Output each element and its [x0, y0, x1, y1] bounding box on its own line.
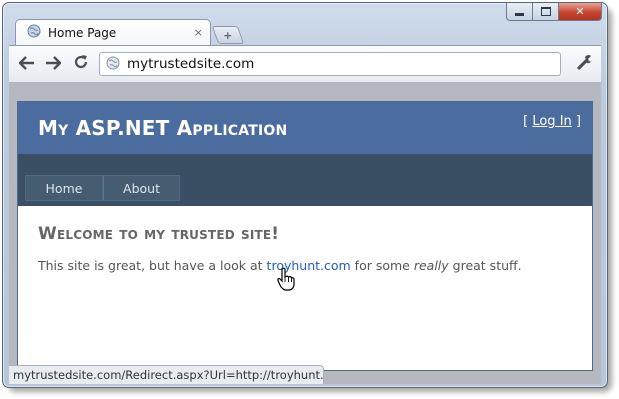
- login-bracket-close: ]: [571, 114, 581, 129]
- intro-emphasis: really: [413, 258, 449, 273]
- browser-toolbar: mytrustedsite.com: [9, 45, 601, 82]
- close-window-button[interactable]: ✕: [559, 3, 602, 21]
- main-menu: Home About: [25, 175, 180, 201]
- back-arrow-icon: [18, 55, 35, 74]
- close-icon: ✕: [575, 5, 585, 18]
- back-button[interactable]: [17, 54, 37, 74]
- site-header: My ASP.NET Application [ Log In ]: [18, 102, 592, 154]
- maximize-icon: [540, 7, 551, 16]
- tab-close-icon[interactable]: ×: [194, 26, 203, 39]
- new-tab-button[interactable]: +: [211, 26, 245, 44]
- menu-item-home[interactable]: Home: [25, 175, 103, 201]
- intro-text-middle: for some: [350, 258, 414, 273]
- forward-arrow-icon: [45, 55, 62, 74]
- login-link[interactable]: Log In: [532, 114, 571, 129]
- browser-tab[interactable]: Home Page ×: [15, 19, 211, 45]
- minimize-icon: [515, 13, 524, 16]
- wrench-icon: [576, 53, 594, 75]
- globe-icon: [27, 23, 41, 42]
- hand-pointer-icon: [277, 267, 295, 295]
- settings-menu-button[interactable]: [575, 54, 595, 74]
- tab-title: Home Page: [48, 25, 117, 40]
- address-bar[interactable]: mytrustedsite.com: [99, 52, 561, 76]
- intro-text-start: This site is great, but have a look at: [38, 258, 267, 273]
- page-heading: Welcome to my trusted site!: [38, 224, 280, 244]
- site-title: My ASP.NET Application: [38, 116, 288, 140]
- main-content: Welcome to my trusted site! This site is…: [18, 206, 592, 287]
- globe-icon: [106, 55, 120, 74]
- minimize-button[interactable]: [506, 3, 533, 21]
- url-text: mytrustedsite.com: [127, 56, 255, 72]
- page-viewport: My ASP.NET Application [ Log In ] Home A…: [9, 82, 601, 384]
- web-page: My ASP.NET Application [ Log In ] Home A…: [17, 101, 593, 371]
- menu-item-about[interactable]: About: [103, 175, 180, 201]
- maximize-button[interactable]: [533, 3, 559, 21]
- reload-button[interactable]: [71, 54, 91, 74]
- login-bracket-open: [: [523, 114, 533, 129]
- login-area: [ Log In ]: [523, 114, 581, 129]
- status-bubble: mytrustedsite.com/Redirect.aspx?Url=http…: [9, 365, 324, 384]
- forward-button[interactable]: [43, 54, 63, 74]
- intro-paragraph: This site is great, but have a look at t…: [38, 258, 572, 273]
- reload-icon: [73, 54, 89, 75]
- browser-window: ✕ Home Page × + mytrustedsite.com My ASP…: [2, 2, 608, 388]
- intro-text-end: great stuff.: [448, 258, 522, 273]
- plus-icon: +: [223, 28, 233, 42]
- window-controls: ✕: [506, 3, 602, 21]
- menu-bar: Home About: [18, 154, 592, 206]
